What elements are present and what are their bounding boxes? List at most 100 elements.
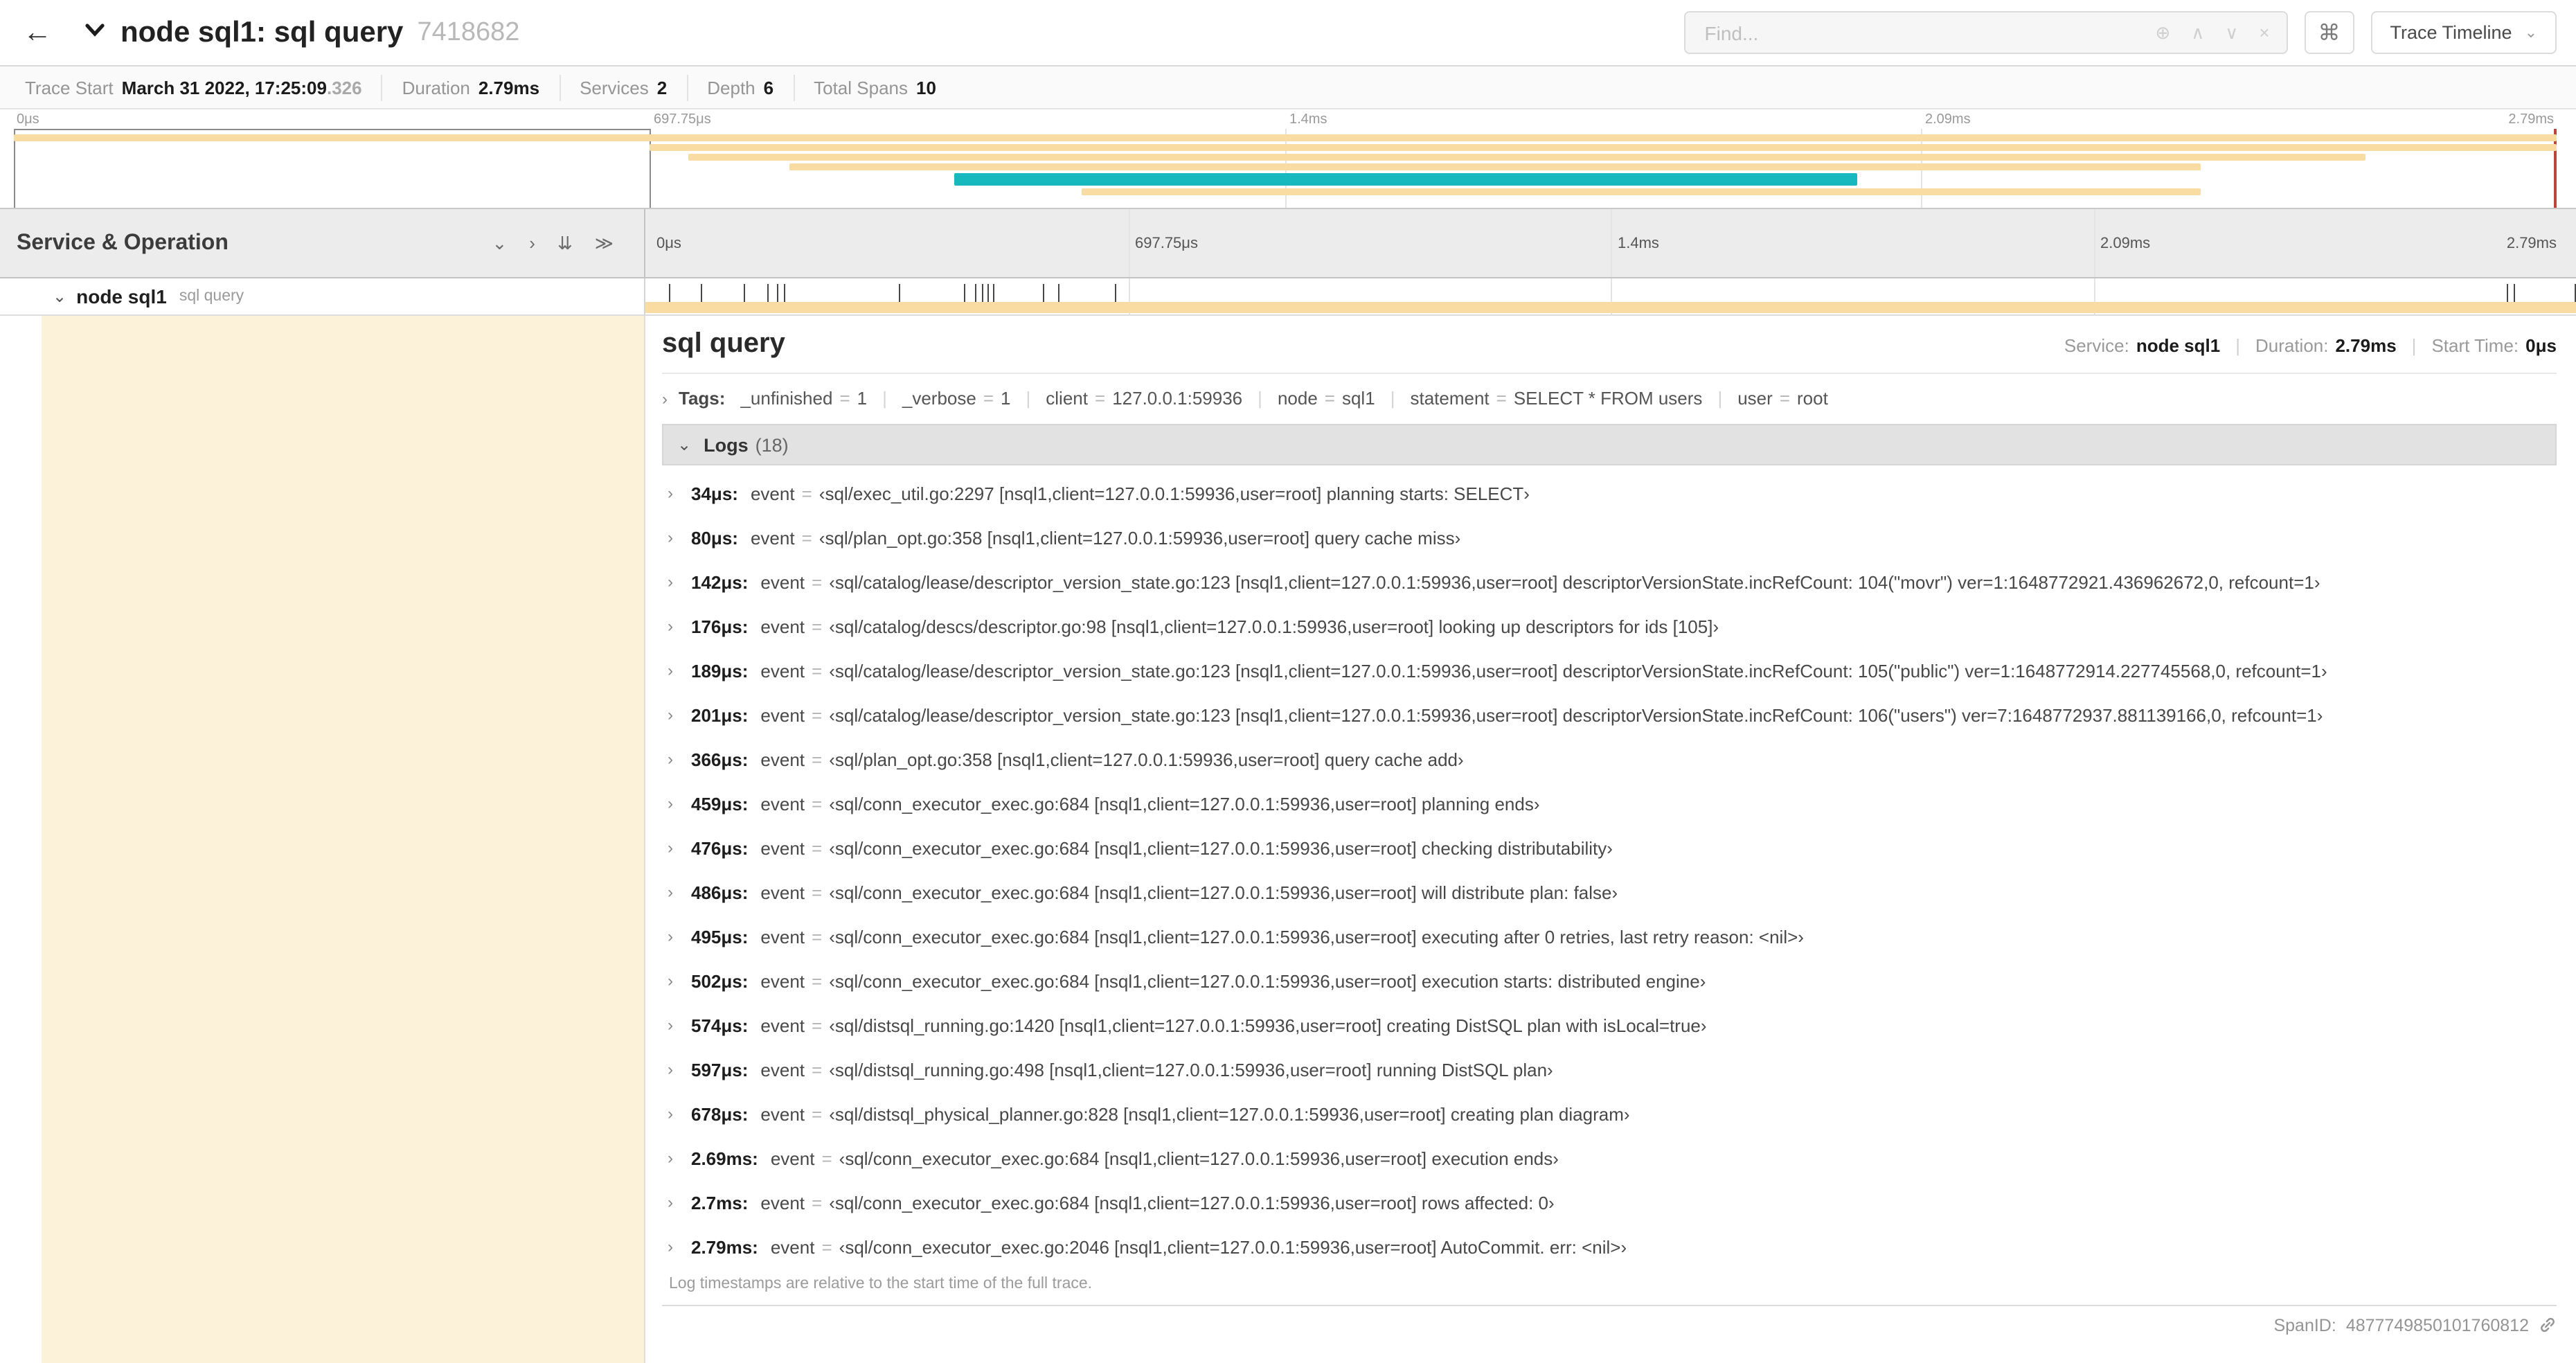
chevron-right-icon[interactable]: › bbox=[668, 971, 691, 990]
span-name-cell[interactable]: ⌄ node sql1 sql query bbox=[0, 278, 645, 314]
log-field-value: ‹sql/conn_executor_exec.go:684 [nsql1,cl… bbox=[829, 1192, 1555, 1213]
log-row[interactable]: › 34μs: event = ‹sql/exec_util.go:2297 [nsql… bbox=[668, 471, 2557, 515]
log-row[interactable]: › 2.69ms: event = ‹sql/conn_executor_exec.go… bbox=[668, 1136, 2557, 1180]
log-field-value: ‹sql/plan_opt.go:358 [nsql1,client=127.0… bbox=[819, 527, 1461, 548]
chevron-right-icon[interactable]: › bbox=[668, 1060, 691, 1079]
chevron-right-icon[interactable]: › bbox=[668, 838, 691, 857]
keyboard-shortcuts-button[interactable]: ⌘ bbox=[2304, 11, 2354, 54]
chevron-right-icon[interactable]: › bbox=[668, 528, 691, 547]
log-row[interactable]: › 2.7ms: event = ‹sql/conn_executor_exec.go:… bbox=[668, 1180, 2557, 1224]
log-row[interactable]: › 201μs: event = ‹sql/catalog/lease/descript… bbox=[668, 693, 2557, 737]
chevron-down-icon[interactable]: ⌄ bbox=[53, 287, 66, 306]
log-field-key: event bbox=[750, 483, 795, 504]
duration-value: 2.79ms bbox=[2335, 335, 2397, 356]
deep-link-icon[interactable] bbox=[2539, 1316, 2557, 1334]
log-row[interactable]: › 176μs: event = ‹sql/catalog/descs/descript… bbox=[668, 604, 2557, 648]
log-row[interactable]: › 495μs: event = ‹sql/conn_executor_exec.go:… bbox=[668, 914, 2557, 959]
log-field-key: event bbox=[760, 970, 805, 991]
chevron-right-icon[interactable]: › bbox=[668, 882, 691, 902]
span-detail-panel: sql query Service: node sql1 | Duration:… bbox=[645, 316, 2576, 1363]
log-row[interactable]: › 597μs: event = ‹sql/distsql_running.go:498… bbox=[668, 1047, 2557, 1092]
log-equals: = bbox=[812, 749, 823, 769]
log-row[interactable]: › 574μs: event = ‹sql/distsql_running.go:142… bbox=[668, 1003, 2557, 1047]
chevron-right-icon[interactable]: › bbox=[668, 1237, 691, 1256]
tag-key: statement bbox=[1410, 388, 1490, 409]
minimap-graph[interactable] bbox=[14, 129, 2557, 208]
collapse-header-button[interactable] bbox=[83, 21, 107, 44]
log-field-value: ‹sql/catalog/descs/descriptor.go:98 [nsq… bbox=[829, 616, 1719, 636]
tag-equals: = bbox=[1779, 388, 1790, 409]
log-timestamp: 502μs: bbox=[691, 970, 749, 991]
find-input[interactable] bbox=[1701, 20, 2156, 45]
log-event-tick bbox=[2506, 284, 2508, 302]
tag-value: 127.0.0.1:59936 bbox=[1112, 388, 1243, 409]
axis-tick-label: 2.09ms bbox=[1925, 112, 1971, 127]
log-event-tick bbox=[2514, 284, 2516, 302]
log-timestamp: 2.69ms: bbox=[691, 1148, 758, 1168]
chevron-right-icon[interactable]: › bbox=[668, 794, 691, 813]
clear-search-icon[interactable]: × bbox=[2259, 22, 2269, 43]
log-row[interactable]: › 459μs: event = ‹sql/conn_executor_exec.go:… bbox=[668, 781, 2557, 826]
ruler-tick-label: 1.4ms bbox=[1618, 235, 1659, 252]
tags-accordion[interactable]: › Tags: _unfinished = 1 | _verbose = 1 | client =… bbox=[662, 388, 2557, 409]
chevron-right-icon[interactable]: › bbox=[668, 1104, 691, 1123]
log-event-tick bbox=[1114, 284, 1116, 302]
expand-one-icon[interactable]: › bbox=[529, 233, 535, 253]
log-row[interactable]: › 502μs: event = ‹sql/conn_executor_exec.go:… bbox=[668, 959, 2557, 1003]
log-equals: = bbox=[812, 704, 823, 725]
log-equals: = bbox=[812, 571, 823, 592]
meta-separator: | bbox=[2411, 335, 2417, 356]
prev-match-icon[interactable]: ∧ bbox=[2191, 21, 2204, 44]
log-row[interactable]: › 2.79ms: event = ‹sql/conn_executor_exec.go… bbox=[668, 1224, 2557, 1269]
chevron-right-icon[interactable]: › bbox=[668, 483, 691, 503]
next-match-icon[interactable]: ∨ bbox=[2225, 21, 2238, 44]
chevron-right-icon[interactable]: › bbox=[668, 1015, 691, 1035]
minimap-span-bar bbox=[688, 154, 2366, 161]
service-operation-header: Service & Operation ⌄ › ⇊ ≫ bbox=[0, 209, 645, 277]
ruler-tick-label: 2.79ms bbox=[2506, 235, 2557, 252]
chevron-right-icon[interactable]: › bbox=[668, 705, 691, 724]
log-row[interactable]: › 189μs: event = ‹sql/catalog/lease/descript… bbox=[668, 648, 2557, 693]
tag-equals: = bbox=[1496, 388, 1507, 409]
collapse-all-icon[interactable]: ⌄ bbox=[492, 232, 507, 254]
timeline-ruler[interactable]: 0μs 697.75μs 1.4ms 2.09ms 2.79ms bbox=[645, 209, 2576, 277]
chevron-right-icon[interactable]: › bbox=[668, 661, 691, 680]
collapse-deep-icon[interactable]: ⇊ bbox=[557, 232, 573, 254]
services-label: Services bbox=[580, 77, 649, 98]
logs-accordion-header[interactable]: ⌄ Logs (18) bbox=[662, 424, 2557, 465]
log-timestamp: 366μs: bbox=[691, 749, 749, 769]
match-count-icon[interactable]: ⊕ bbox=[2155, 21, 2170, 44]
log-field-key: event bbox=[760, 926, 805, 947]
log-row[interactable]: › 366μs: event = ‹sql/plan_opt.go:358 [nsql1… bbox=[668, 737, 2557, 781]
chevron-right-icon[interactable]: › bbox=[668, 1193, 691, 1212]
chevron-right-icon[interactable]: › bbox=[668, 749, 691, 769]
back-button[interactable]: ← bbox=[14, 9, 61, 56]
axis-tick-label: 0μs bbox=[17, 112, 39, 127]
span-duration-bar[interactable] bbox=[645, 302, 2576, 313]
span-service-name: node sql1 bbox=[76, 285, 167, 308]
service-operation-title: Service & Operation bbox=[17, 231, 229, 254]
find-controls: ⊕ ∧ ∨ × bbox=[2155, 21, 2269, 44]
log-field-key: event bbox=[770, 1236, 815, 1257]
log-row[interactable]: › 476μs: event = ‹sql/conn_executor_exec.go:… bbox=[668, 826, 2557, 870]
log-event-tick bbox=[1043, 284, 1045, 302]
log-field-value: ‹sql/conn_executor_exec.go:2046 [nsql1,c… bbox=[839, 1236, 1627, 1257]
expand-all-icon[interactable]: ≫ bbox=[595, 232, 614, 254]
chevron-right-icon[interactable]: › bbox=[668, 572, 691, 591]
chevron-down-icon: ⌄ bbox=[2524, 25, 2537, 42]
service-label: Service: bbox=[2064, 335, 2129, 356]
chevron-right-icon[interactable]: › bbox=[668, 1148, 691, 1168]
tag-separator: | bbox=[1390, 388, 1395, 409]
chevron-right-icon: › bbox=[662, 389, 668, 409]
chevron-right-icon[interactable]: › bbox=[668, 616, 691, 636]
depth-value: 6 bbox=[763, 77, 774, 98]
log-row[interactable]: › 678μs: event = ‹sql/distsql_physical_plann… bbox=[668, 1092, 2557, 1136]
log-row[interactable]: › 486μs: event = ‹sql/conn_executor_exec.go:… bbox=[668, 870, 2557, 914]
chevron-right-icon[interactable]: › bbox=[668, 927, 691, 946]
detail-accent-strip bbox=[42, 316, 645, 1363]
log-row[interactable]: › 80μs: event = ‹sql/plan_opt.go:358 [nsql1,… bbox=[668, 515, 2557, 560]
log-row[interactable]: › 142μs: event = ‹sql/catalog/lease/descript… bbox=[668, 560, 2557, 604]
tag-value: SELECT * FROM users bbox=[1513, 388, 1703, 409]
trace-view-selector[interactable]: Trace Timeline ⌄ bbox=[2370, 11, 2557, 54]
tag-key: client bbox=[1046, 388, 1088, 409]
